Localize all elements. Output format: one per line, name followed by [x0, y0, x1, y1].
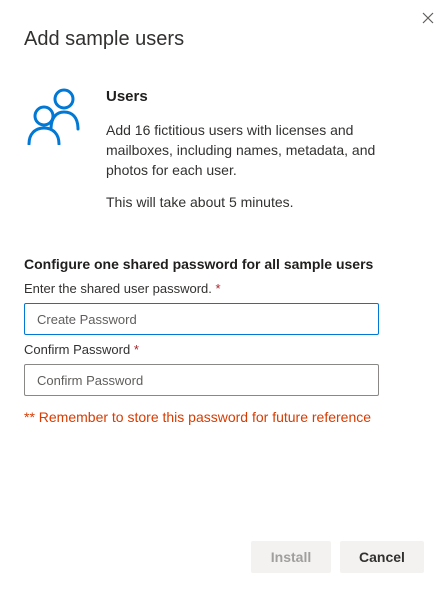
password-config-heading: Configure one shared password for all sa… — [24, 256, 374, 272]
users-description: Add 16 fictitious users with licenses an… — [106, 122, 376, 178]
duration-text: This will take about 5 minutes. — [106, 194, 294, 210]
close-icon — [422, 12, 434, 24]
install-button[interactable]: Install — [251, 541, 331, 573]
password-label-text: Enter the shared user password. — [24, 281, 212, 296]
password-label: Enter the shared user password. * — [24, 281, 221, 296]
password-reminder: ** Remember to store this password for f… — [24, 409, 372, 425]
password-input[interactable] — [24, 303, 379, 335]
close-button[interactable] — [418, 8, 438, 28]
required-marker: * — [215, 281, 221, 296]
confirm-password-label: Confirm Password * — [24, 342, 139, 357]
cancel-button[interactable]: Cancel — [340, 541, 424, 573]
add-sample-users-panel: Add sample users Users Add 16 fictitious… — [0, 0, 445, 595]
dialog-title: Add sample users — [24, 28, 185, 50]
confirm-label-text: Confirm Password — [24, 342, 131, 357]
required-marker: * — [133, 342, 139, 357]
confirm-password-input[interactable] — [24, 364, 379, 396]
users-heading: Users — [106, 88, 148, 105]
users-icon — [27, 88, 80, 145]
